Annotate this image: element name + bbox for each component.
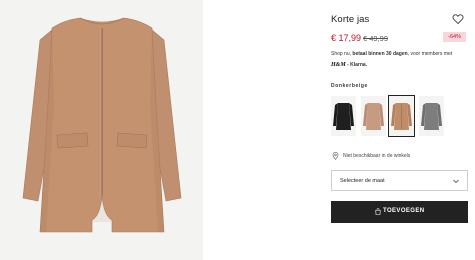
price-row: € 17,99 € 49,99 -64% (331, 32, 468, 45)
add-to-cart-label: TOEVOEGEN (383, 208, 425, 214)
product-details: Korte jas € 17,99 € 49,99 -64% Shop nu, … (331, 0, 471, 260)
klarna-label: - Klarna. (345, 62, 368, 68)
payment-info-suffix: , voor members met (407, 51, 453, 57)
hm-logo: H&M (331, 62, 346, 68)
color-name: Donkerbeige (331, 83, 368, 89)
product-image[interactable] (0, 0, 203, 260)
color-swatches (331, 95, 471, 138)
swatch-dark-beige[interactable] (388, 95, 415, 137)
swatch-light-beige[interactable] (361, 96, 386, 136)
coat-image (22, 17, 182, 233)
payment-info: Shop nu, betaal binnen 30 dagen, voor me… (331, 50, 471, 60)
swatch-grey-melange[interactable] (419, 96, 444, 136)
heart-icon[interactable] (452, 13, 464, 25)
klarna-info: H&M - Klarna. (331, 60, 367, 71)
add-to-cart-button[interactable]: TOEVOEGEN (331, 201, 468, 223)
product-title: Korte jas (331, 14, 370, 25)
price-current: € 17,99 (331, 33, 362, 43)
availability-text: Niet beschikbaar in de winkels (343, 153, 411, 159)
chevron-down-icon (453, 179, 459, 184)
payment-info-bold: betaal binnen 30 dagen (352, 51, 408, 57)
size-select-label: Selecteer de maat (340, 178, 385, 184)
price-original: € 49,99 (363, 34, 389, 43)
discount-badge: -64% (443, 32, 466, 42)
size-select[interactable]: Selecteer de maat (331, 170, 468, 191)
location-pin-icon (332, 152, 339, 160)
shopping-bag-icon (375, 208, 381, 215)
payment-info-prefix: Shop nu, (331, 51, 353, 57)
swatch-black[interactable] (331, 96, 356, 136)
